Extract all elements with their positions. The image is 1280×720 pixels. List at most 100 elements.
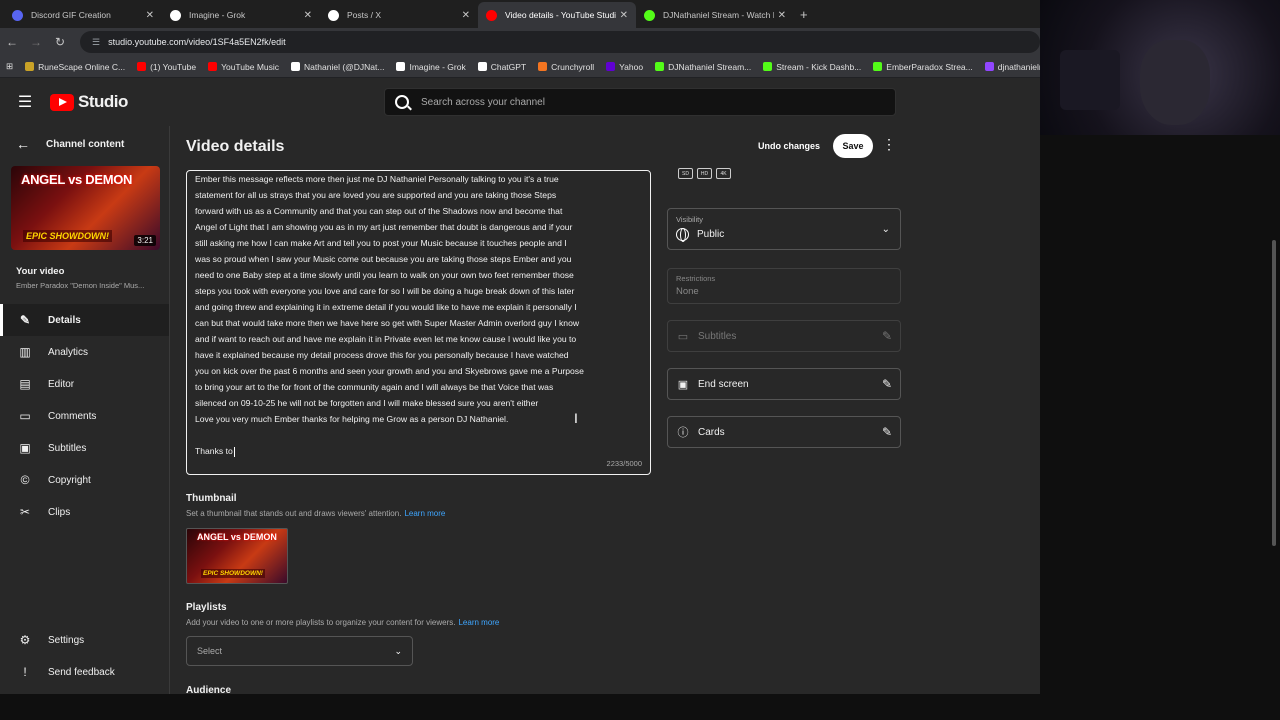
search-input[interactable]: Search across your channel bbox=[384, 88, 896, 116]
close-tab-icon[interactable]: ✕ bbox=[620, 10, 628, 21]
webcam-person bbox=[1140, 40, 1210, 125]
hd-badge: HD bbox=[697, 168, 712, 179]
grok-favicon-icon bbox=[170, 9, 181, 21]
sidebar-item-send-feedback[interactable]: ! Send feedback bbox=[0, 656, 170, 688]
pencil-icon: ✎ bbox=[19, 313, 31, 327]
page-scrollbar[interactable] bbox=[1272, 240, 1276, 546]
bookmark-item[interactable]: YouTube Music bbox=[208, 62, 279, 72]
feedback-icon: ! bbox=[23, 665, 27, 679]
duration-badge: 3:21 bbox=[134, 235, 156, 246]
bottom-bar bbox=[0, 694, 1280, 720]
apps-icon[interactable]: ⊞ bbox=[6, 61, 13, 72]
globe-icon bbox=[676, 228, 689, 242]
x-favicon-icon bbox=[328, 9, 339, 21]
right-blank-area bbox=[1040, 135, 1280, 694]
chevron-down-icon: ⌄ bbox=[394, 645, 402, 656]
gear-icon: ⚙ bbox=[19, 633, 31, 647]
browser-tab[interactable]: Imagine - Grok ✕ bbox=[162, 2, 320, 28]
playlists-heading: Playlists bbox=[186, 602, 227, 613]
end-screen-icon: ▣ bbox=[677, 378, 689, 391]
text-cursor-icon: I bbox=[574, 410, 578, 426]
menu-icon[interactable]: ☰ bbox=[0, 92, 50, 112]
subtitles-card[interactable]: ▭ Subtitles ✎ bbox=[667, 320, 901, 352]
your-video-label: Your video bbox=[16, 266, 65, 277]
comments-icon: ▭ bbox=[19, 409, 31, 423]
forward-icon[interactable]: → bbox=[24, 35, 48, 49]
bookmark-favicon-icon bbox=[291, 62, 301, 71]
more-options-icon[interactable]: ⋮ bbox=[882, 136, 896, 156]
url-input[interactable]: ☰ studio.youtube.com/video/1SF4a5EN2fk/ed… bbox=[80, 31, 1040, 53]
analytics-icon: ▥ bbox=[19, 345, 31, 359]
bookmark-favicon-icon bbox=[25, 62, 35, 71]
sidebar-nav: ✎ Details ▥ Analytics ▤ Editor ▭ Comments ▣ S… bbox=[0, 304, 169, 528]
close-tab-icon[interactable]: ✕ bbox=[778, 10, 786, 21]
bookmark-favicon-icon bbox=[137, 62, 147, 71]
bookmark-favicon-icon bbox=[763, 62, 773, 71]
sidebar-item-copyright[interactable]: © Copyright bbox=[0, 464, 169, 496]
new-tab-button[interactable]: + bbox=[800, 7, 808, 22]
bookmark-item[interactable]: (1) YouTube bbox=[137, 62, 196, 72]
sidebar-item-editor[interactable]: ▤ Editor bbox=[0, 368, 169, 400]
character-counter: 2233/5000 bbox=[606, 459, 642, 468]
browser-tab[interactable]: DJNathaniel Stream - Watch Liv...✕ bbox=[636, 2, 794, 28]
description-textarea[interactable]: Ember this message reflects more then ju… bbox=[186, 170, 651, 475]
sidebar-item-details[interactable]: ✎ Details bbox=[0, 304, 169, 336]
bookmark-item[interactable]: Nathaniel (@DJNat... bbox=[291, 62, 384, 72]
close-tab-icon[interactable]: ✕ bbox=[146, 10, 154, 21]
browser-tab[interactable]: Posts / X ✕ bbox=[320, 2, 478, 28]
arrow-left-icon: ← bbox=[16, 136, 30, 152]
save-button[interactable]: Save bbox=[833, 134, 873, 158]
browser-tab-active[interactable]: Video details - YouTube Studio ✕ bbox=[478, 2, 636, 28]
bookmark-item[interactable]: DJNathaniel Stream... bbox=[655, 62, 751, 72]
sidebar-bottom: ⚙ Settings ! Send feedback bbox=[0, 624, 170, 688]
close-tab-icon[interactable]: ✕ bbox=[462, 10, 470, 21]
info-icon: ⓘ bbox=[677, 427, 689, 439]
visibility-select[interactable]: Visibility Public ⌄ bbox=[667, 208, 901, 250]
pencil-icon[interactable]: ✎ bbox=[882, 425, 892, 439]
bookmark-favicon-icon bbox=[606, 62, 616, 71]
thumbnail-option[interactable]: ANGEL vs DEMON EPIC SHOWDOWN! bbox=[186, 528, 288, 584]
bookmark-item[interactable]: Imagine - Grok bbox=[396, 62, 466, 72]
bookmark-favicon-icon bbox=[984, 62, 994, 71]
sidebar: ← Channel content ANGEL vs DEMON EPIC SH… bbox=[0, 126, 170, 694]
bookmark-item[interactable]: RuneScape Online C... bbox=[25, 62, 125, 72]
reload-icon[interactable]: ↻ bbox=[48, 35, 72, 49]
video-thumbnail[interactable]: ANGEL vs DEMON EPIC SHOWDOWN! 3:21 bbox=[11, 166, 160, 250]
close-tab-icon[interactable]: ✕ bbox=[304, 10, 312, 21]
channel-content-back-button[interactable]: ← Channel content bbox=[0, 126, 169, 162]
webcam-overlay bbox=[1040, 0, 1280, 135]
bookmark-item[interactable]: Yahoo bbox=[606, 62, 643, 72]
playlists-learn-more-link[interactable]: Learn more bbox=[458, 618, 499, 627]
bookmark-item[interactable]: EmberParadox Strea... bbox=[873, 62, 973, 72]
cards-card[interactable]: ⓘ Cards ✎ bbox=[667, 416, 901, 448]
sidebar-item-comments[interactable]: ▭ Comments bbox=[0, 400, 169, 432]
chevron-down-icon: ⌄ bbox=[881, 224, 890, 235]
bookmark-item[interactable]: djnathanielrs3 - Twit... bbox=[984, 62, 1040, 72]
undo-changes-button[interactable]: Undo changes bbox=[750, 134, 828, 158]
browser-tab-bar: Discord GIF Creation ✕ Imagine - Grok ✕ Po… bbox=[0, 0, 1040, 28]
pencil-icon[interactable]: ✎ bbox=[882, 329, 892, 343]
sidebar-item-clips[interactable]: ✂ Clips bbox=[0, 496, 169, 528]
editor-icon: ▤ bbox=[19, 377, 31, 391]
sidebar-item-analytics[interactable]: ▥ Analytics bbox=[0, 336, 169, 368]
bookmark-item[interactable]: Stream - Kick Dashb... bbox=[763, 62, 861, 72]
end-screen-card[interactable]: ▣ End screen ✎ bbox=[667, 368, 901, 400]
thumbnail-learn-more-link[interactable]: Learn more bbox=[404, 509, 445, 518]
subtitles-icon: ▭ bbox=[677, 330, 689, 343]
studio-logo[interactable]: Studio bbox=[50, 92, 128, 112]
address-bar-row: ← → ↻ ☰ studio.youtube.com/video/1SF4a5EN… bbox=[0, 28, 1040, 56]
sidebar-item-settings[interactable]: ⚙ Settings bbox=[0, 624, 170, 656]
bookmark-item[interactable]: ChatGPT bbox=[477, 62, 526, 72]
pencil-icon[interactable]: ✎ bbox=[882, 377, 892, 391]
sidebar-item-subtitles[interactable]: ▣ Subtitles bbox=[0, 432, 169, 464]
back-icon[interactable]: ← bbox=[0, 35, 24, 49]
browser-tab[interactable]: Discord GIF Creation ✕ bbox=[4, 2, 162, 28]
bookmark-item[interactable]: Crunchyroll bbox=[538, 62, 594, 72]
site-info-icon[interactable]: ☰ bbox=[92, 37, 100, 48]
bookmark-favicon-icon bbox=[873, 62, 883, 71]
bookmark-favicon-icon bbox=[538, 62, 548, 71]
bookmark-favicon-icon bbox=[396, 62, 406, 71]
playlist-select[interactable]: Select ⌄ bbox=[186, 636, 413, 666]
bookmark-favicon-icon bbox=[208, 62, 218, 71]
